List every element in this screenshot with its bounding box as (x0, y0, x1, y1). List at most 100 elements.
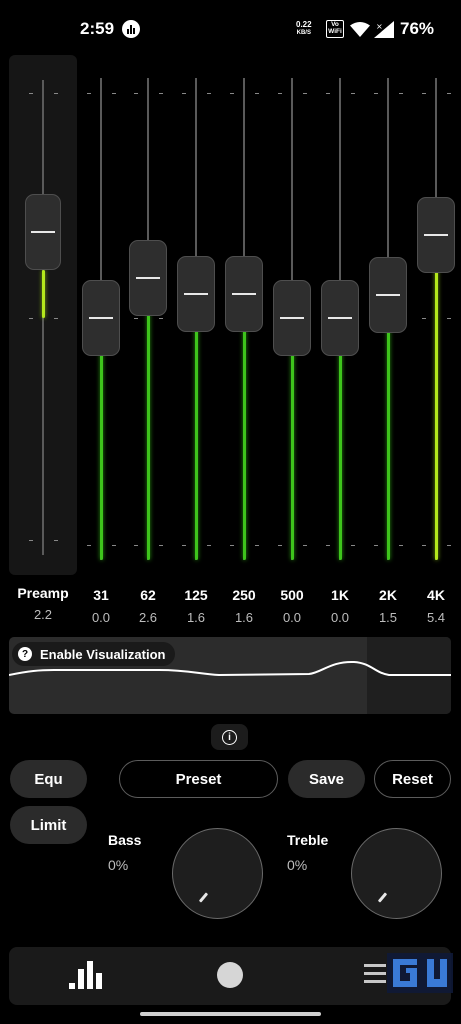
band-value: 0.0 (91, 610, 111, 625)
slider-tick (87, 93, 91, 94)
band-label: 62 (140, 587, 156, 603)
visualization-panel[interactable]: ? Enable Visualization (9, 637, 451, 714)
band-value: 5.4 (426, 610, 446, 625)
band-label: 500 (280, 587, 304, 603)
vowifi-icon: Vo WiFi (326, 20, 344, 38)
slider-tick (112, 545, 116, 546)
battery-percent: 76% (400, 19, 435, 38)
slider-tick (182, 93, 186, 94)
slider-tick (351, 545, 355, 546)
slider-tick (278, 545, 282, 546)
preamp-fill (41, 270, 45, 318)
band-value: 1.6 (234, 610, 254, 625)
band-value: 0.0 (282, 610, 302, 625)
band-value: 2.6 (138, 610, 158, 625)
slider-tick (399, 545, 403, 546)
slider-tick (207, 545, 211, 546)
treble-value: 0% (287, 857, 308, 873)
preset-button[interactable]: Preset (119, 760, 278, 798)
slider-tick (447, 318, 451, 319)
band-value: 0.0 (330, 610, 350, 625)
slider-tick (159, 93, 163, 94)
slider-tick (447, 93, 451, 94)
band-label: 2K (379, 587, 397, 603)
slider-tick (399, 93, 403, 94)
slider-fill (434, 235, 438, 560)
slider-tick (29, 540, 33, 541)
slider-tick (29, 318, 33, 319)
slider-tick (230, 93, 234, 94)
band-slider-handle-1k[interactable] (321, 280, 359, 356)
slider-tick (207, 93, 211, 94)
slider-tick (54, 93, 58, 94)
band-slider-handle-2k[interactable] (369, 257, 407, 334)
band-label: 1K (331, 587, 349, 603)
bass-knob[interactable] (172, 828, 263, 919)
equ-button[interactable]: Equ (10, 760, 87, 798)
slider-tick (54, 540, 58, 541)
slider-tick (326, 545, 330, 546)
info-icon: i (222, 729, 237, 745)
band-value: 1.5 (378, 610, 398, 625)
status-time: 2:59 (80, 19, 115, 38)
band-slider-handle-125[interactable] (177, 255, 215, 332)
band-slider-handle-500[interactable] (273, 280, 311, 356)
band-slider-handle-250[interactable] (225, 255, 263, 332)
band-slider-handle-4k[interactable] (417, 197, 455, 274)
slider-tick (159, 318, 163, 319)
status-bar: 2:59 0.22 KB/S Vo WiFi × 76% (0, 0, 461, 56)
slider-tick (54, 318, 58, 319)
limit-button[interactable]: Limit (10, 806, 87, 844)
slider-tick (351, 93, 355, 94)
enable-visualization-toggle[interactable]: ? Enable Visualization (12, 642, 176, 666)
band-label: 31 (93, 587, 109, 603)
slider-tick (374, 545, 378, 546)
equalizer-app-icon (122, 20, 140, 38)
wifi-icon (350, 22, 370, 37)
slider-fill (386, 295, 390, 560)
home-indicator (140, 1012, 321, 1016)
slider-tick (182, 545, 186, 546)
slider-tick (374, 93, 378, 94)
slider-tick (422, 318, 426, 319)
treble-label: Treble (287, 832, 329, 848)
bass-label: Bass (108, 832, 142, 848)
slider-tick (278, 93, 282, 94)
slider-tick (159, 545, 163, 546)
preamp-label: Preamp (17, 585, 69, 601)
slider-tick (255, 545, 259, 546)
band-value: 1.6 (186, 610, 206, 625)
knob-icon[interactable] (217, 962, 243, 988)
slider-tick (134, 318, 138, 319)
reset-button[interactable]: Reset (374, 760, 451, 798)
help-icon: ? (18, 647, 32, 661)
bass-value: 0% (108, 857, 129, 873)
band-label: 250 (232, 587, 256, 603)
band-slider-handle-31[interactable] (82, 280, 120, 356)
preamp-slider-handle[interactable] (25, 194, 61, 270)
slider-tick (303, 545, 307, 546)
band-label: 125 (184, 587, 208, 603)
preamp-value: 2.2 (33, 607, 53, 622)
equalizer-bars-icon[interactable] (69, 961, 102, 989)
network-speed: 0.22 KB/S (296, 20, 312, 36)
slider-fill (242, 293, 246, 560)
slider-tick (447, 545, 451, 546)
slider-tick (134, 545, 138, 546)
cell-signal-icon: × (374, 21, 394, 38)
watermark-logo (387, 953, 453, 993)
slider-tick (112, 93, 116, 94)
slider-fill (146, 278, 150, 560)
slider-tick (303, 93, 307, 94)
slider-tick (134, 93, 138, 94)
treble-knob[interactable] (351, 828, 442, 919)
band-slider-handle-62[interactable] (129, 240, 167, 317)
slider-fill (194, 293, 198, 560)
svg-text:×: × (376, 22, 383, 31)
slider-tick (29, 93, 33, 94)
save-button[interactable]: Save (288, 760, 365, 798)
band-label: 4K (427, 587, 445, 603)
slider-tick (422, 545, 426, 546)
slider-tick (255, 93, 259, 94)
info-button[interactable]: i (211, 724, 248, 750)
